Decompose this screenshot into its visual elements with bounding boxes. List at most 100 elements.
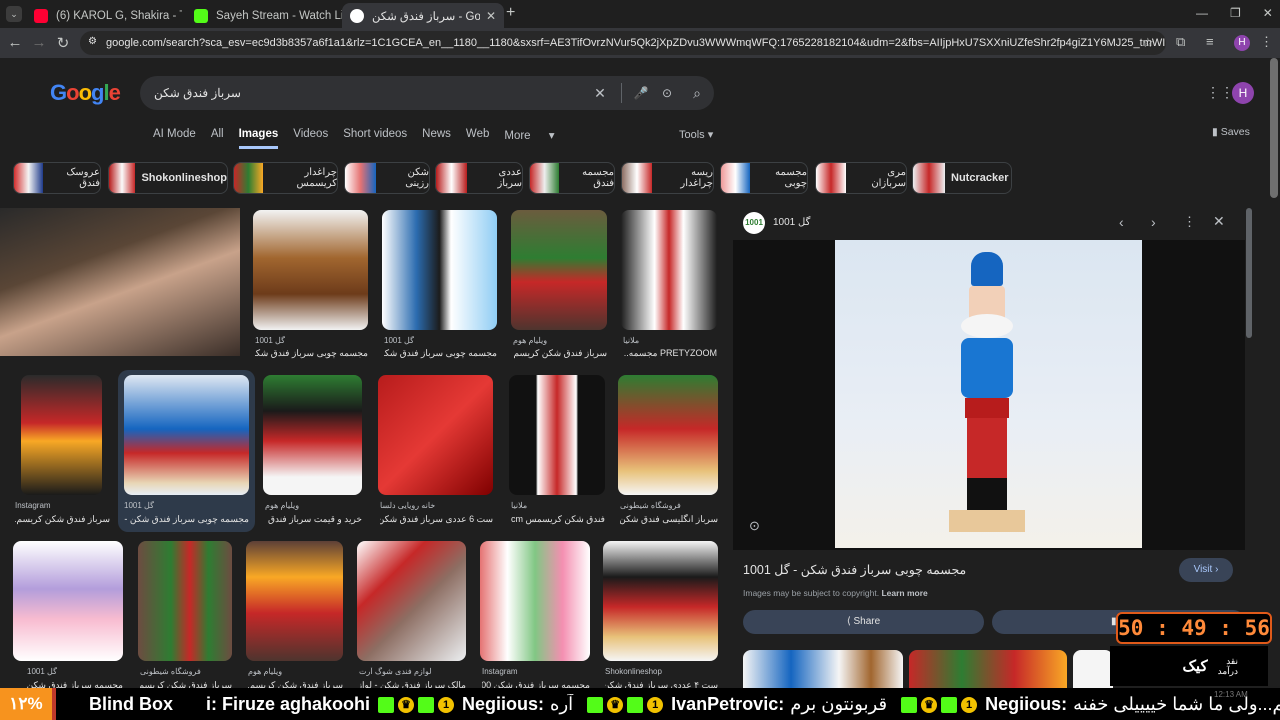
search-box[interactable]: سرباز فندق شکن ✕ 🎤 ⊙ ⌕ [140,76,714,110]
image-result[interactable] [138,541,232,661]
related-chip[interactable]: ریسه چراغدار [621,162,714,194]
lens-icon[interactable]: ⊙ [654,86,680,100]
menu-icon[interactable]: ⋮ [1260,34,1273,50]
ticker-username: Negiious: [985,693,1068,714]
voice-search-icon[interactable]: 🎤 [628,86,654,100]
lens-search-icon[interactable]: ⊙ [749,518,760,534]
tab-news[interactable]: News [422,128,451,149]
result-title[interactable]: مجسمه چوبی سرباز فندق شکن - گ... [124,514,249,525]
url-field[interactable]: ⚙ google.com/search?sca_esv=ec9d3b8357a6… [80,31,1166,55]
tab-videos[interactable]: Videos [293,128,328,149]
close-window-icon[interactable]: ✕ [1263,6,1273,20]
image-result[interactable] [618,375,718,495]
tab-web[interactable]: Web [466,128,489,149]
reload-icon[interactable]: ↻ [54,34,72,52]
result-source: ملانیا [511,501,528,510]
image-result[interactable] [509,375,605,495]
google-logo[interactable]: Google [50,80,121,106]
result-title[interactable]: مجسمه چوبی سرباز فندق شکن [384,348,497,359]
result-title[interactable]: خرید و قیمت سرباز فندق [265,514,362,525]
image-result[interactable] [511,210,607,330]
close-icon[interactable]: ✕ [1213,213,1225,230]
account-avatar[interactable]: H [1232,82,1254,104]
related-chip[interactable]: عددی سرباز [435,162,523,194]
search-input[interactable]: سرباز فندق شکن [154,86,585,100]
result-title[interactable]: PRETYZOOM مجسمه... [623,348,717,359]
image-result[interactable] [357,541,466,661]
image-result[interactable] [621,210,717,330]
tab-short-videos[interactable]: Short videos [343,128,407,149]
image-result[interactable] [124,375,249,495]
result-title[interactable]: سرباز فندق شکن کریسم... [513,348,607,359]
previous-icon[interactable]: ‹ [1119,214,1124,230]
tab-kick[interactable]: Sayeh Stream - Watch Live on K ✕ [186,3,342,28]
page-scrollbar[interactable] [1270,58,1278,198]
image-result[interactable] [246,541,343,661]
image-result[interactable] [253,210,368,330]
image-result[interactable] [603,541,718,661]
result-title[interactable]: ست 6 عددی سرباز فندق شکن ت... [380,514,493,525]
related-image[interactable] [743,650,903,690]
close-icon[interactable]: ✕ [480,9,496,23]
image-result[interactable] [480,541,590,661]
source-favicon: 1001 [743,212,765,234]
apps-grid-icon[interactable]: ⋮⋮ [1206,84,1234,101]
related-chip[interactable]: عروسک فندق [13,162,101,194]
bookmark-star-icon[interactable]: ☆ [1142,35,1154,51]
source-name[interactable]: گل 1001 [773,217,810,228]
tab-list-button[interactable]: ⌄ [6,6,22,22]
panel-scrollbar[interactable] [1246,208,1252,338]
tab-more[interactable]: More ▾ [504,128,554,149]
reading-list-icon[interactable]: ≡ [1206,34,1214,49]
forward-icon[interactable]: → [30,34,48,51]
learn-more-link[interactable]: Learn more [881,588,927,598]
result-title[interactable]: سرباز انگلیسی فندق شکن [620,514,718,525]
result-source: ویلیام هوم [248,667,283,676]
tab-all[interactable]: All [211,128,224,149]
profile-avatar[interactable]: H [1234,35,1250,51]
back-icon[interactable]: ← [6,34,24,51]
extensions-icon[interactable]: ⧉ [1176,34,1185,50]
tab-ai-mode[interactable]: AI Mode [153,128,196,149]
tab-youtube[interactable]: (6) KAROL G, Shakira - TQG 🔊 ✕ [26,3,182,28]
next-icon[interactable]: › [1151,214,1156,230]
result-title[interactable]: فندق شکن کریسمس cm... [511,514,605,525]
related-chip[interactable]: چراغدار کریسمس [233,162,338,194]
visit-button[interactable]: Visit › [1179,558,1233,582]
kick-badge-icon [627,696,644,713]
share-button[interactable]: ⟨ Share [743,610,984,634]
image-result[interactable] [21,375,102,495]
image-result[interactable] [263,375,362,495]
maximize-icon[interactable]: ❐ [1230,6,1241,20]
result-source: ملانیا [623,336,640,345]
search-icon[interactable]: ⌕ [680,85,714,102]
image-result[interactable] [13,541,123,661]
tab-title: سرباز فندق شکن - Google Search [372,10,480,23]
url-text: google.com/search?sca_esv=ec9d3b8357a6f1… [106,37,1166,49]
image-result[interactable] [382,210,497,330]
clear-icon[interactable]: ✕ [585,85,615,102]
related-chip[interactable]: مری سربازان [815,162,907,194]
result-title[interactable]: مجسمه چوبی سرباز فندق شکن [255,348,368,359]
related-chip[interactable]: شکن رزینی [344,162,430,194]
minimize-icon[interactable]: — [1196,6,1208,20]
related-image[interactable] [909,650,1067,690]
tab-images[interactable]: Images [238,128,279,149]
more-options-icon[interactable]: ⋮ [1183,214,1196,230]
preview-image-area[interactable]: ⊙ [733,240,1245,550]
preview-title[interactable]: مجسمه چوبی سرباز فندق شکن - گل 1001 [743,562,966,577]
chat-ticker: ۱۲% Blind Box i: Firuze aghakoohi ♛ 1 Neg… [0,688,1280,720]
site-info-icon[interactable]: ⚙ [88,36,97,47]
tab-google-search[interactable]: سرباز فندق شکن - Google Search ✕ [342,3,504,28]
related-chip[interactable]: Shokonlineshop [108,162,228,194]
related-chip[interactable]: مجسمه چوبی [720,162,808,194]
related-image[interactable] [1073,650,1113,690]
related-chip[interactable]: مجسمه فندق [529,162,615,194]
tools-button[interactable]: Tools ▾ [679,128,713,141]
image-result[interactable] [378,375,493,495]
saves-button[interactable]: ▮ Saves [1212,126,1250,138]
result-title[interactable]: سرباز فندق شکن کریسم... [15,514,110,525]
new-tab-button[interactable]: + [506,4,515,22]
coin-badge-icon: 1 [438,696,455,713]
related-chip[interactable]: Nutcracker [912,162,1012,194]
